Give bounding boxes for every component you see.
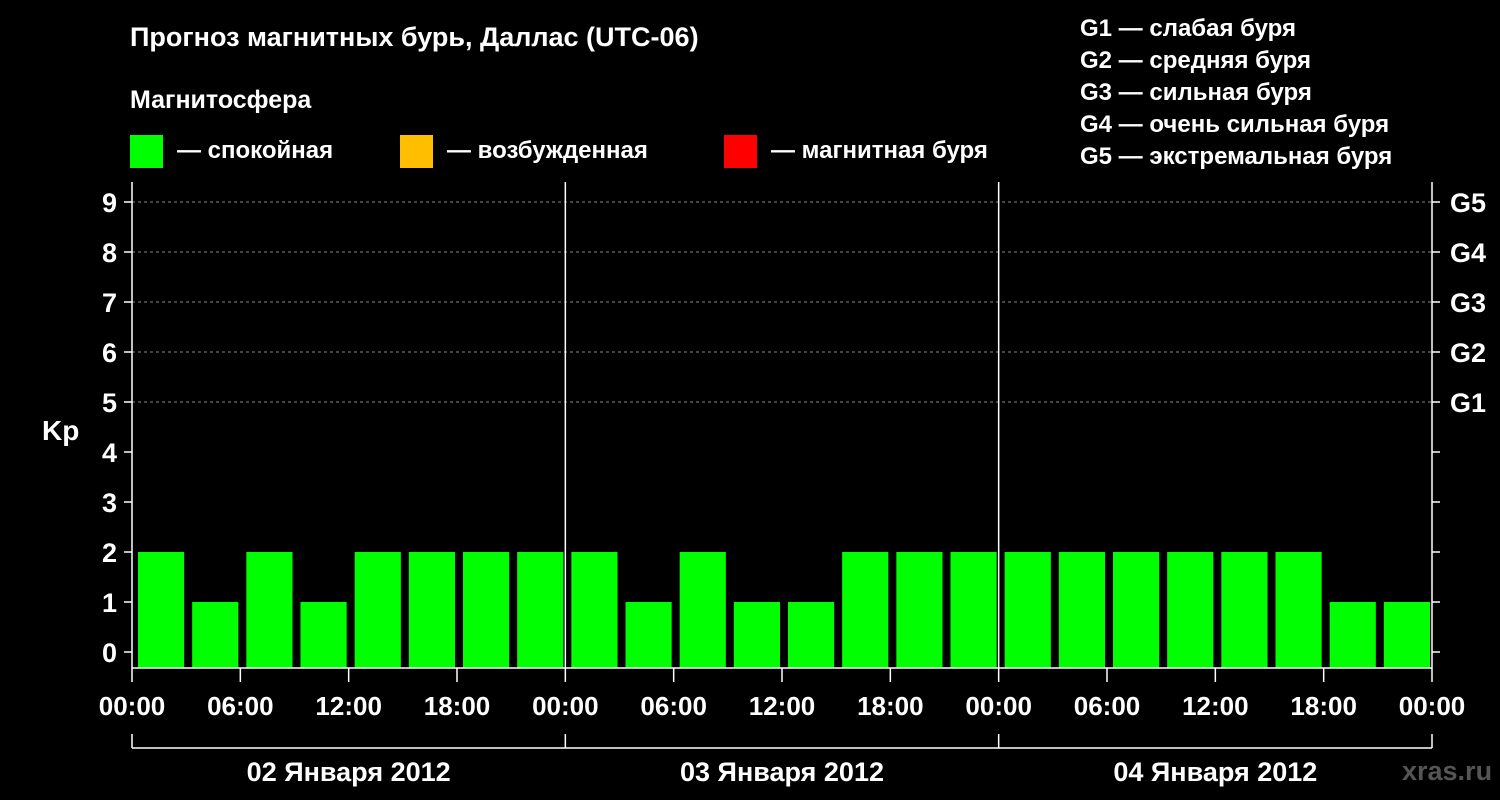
day-label-0: 02 Января 2012 [247,757,451,787]
bar-11 [733,602,780,668]
legend-item-quiet: — спокойная [130,134,333,168]
g-scale-g4: G4 — очень сильная буря [1080,111,1390,138]
bar-21 [1275,552,1322,668]
bar-13 [842,552,889,668]
right-label-G5: G5 [1450,188,1486,218]
day-label-1: 03 Января 2012 [680,757,884,787]
y-tick-label-5: 5 [102,388,117,418]
x-tick-label-0: 00:00 [99,691,166,721]
legend-swatch-storm [724,134,757,168]
watermark: xras.ru [1402,756,1493,786]
g-scale-g2: G2 — средняя буря [1080,47,1311,74]
axes: 0 1 2 3 4 5 6 7 8 9 G1 G2 G3 G4 G5 00:00 06:00 12:00 18:00… [99,182,1486,787]
y-tick-label-2: 2 [102,538,117,568]
legend-label-quiet: — спокойная [177,137,334,164]
legend-item-storm: — магнитная буря [724,134,988,168]
bar-8 [571,552,618,668]
bar-4 [354,552,401,668]
y-tick-label-1: 1 [102,588,117,618]
x-tick-label-10: 12:00 [1182,691,1249,721]
x-tick-label-12: 00:00 [1399,691,1466,721]
x-tick-label-2: 12:00 [315,691,382,721]
x-tick-label-8: 00:00 [965,691,1032,721]
bar-0 [138,552,185,668]
bar-16 [1004,552,1051,668]
bar-7 [517,552,564,668]
bar-9 [625,602,672,668]
chart-title: Прогноз магнитных бурь, Даллас (UTC-06) [130,22,699,52]
legend-label-excited: — возбужденная [447,137,648,164]
y-tick-label-3: 3 [102,488,117,518]
bar-5 [408,552,455,668]
bar-2 [246,552,293,668]
right-label-G4: G4 [1450,238,1486,268]
right-label-G1: G1 [1450,388,1486,418]
day-label-2: 04 Января 2012 [1113,757,1317,787]
bar-22 [1329,602,1376,668]
bar-10 [679,552,726,668]
legend-heading: Магнитосфера [130,86,312,114]
x-tick-label-6: 12:00 [749,691,816,721]
legend-swatch-excited [400,134,433,168]
y-tick-label-0: 0 [102,638,117,668]
y-tick-label-7: 7 [102,288,117,318]
right-label-G3: G3 [1450,288,1486,318]
legend-label-storm: — магнитная буря [771,137,988,164]
bar-18 [1113,552,1160,668]
g-scale-g5: G5 — экстремальная буря [1080,143,1393,170]
bar-12 [788,602,835,668]
bar-19 [1167,552,1214,668]
g-scale-g3: G3 — сильная буря [1080,79,1312,106]
bar-15 [950,552,997,668]
bar-20 [1221,552,1268,668]
y-axis-label: Kp [42,415,79,446]
bar-3 [300,602,347,668]
x-tick-label-5: 06:00 [640,691,707,721]
y-tick-label-4: 4 [102,438,117,468]
x-tick-label-4: 00:00 [532,691,599,721]
bar-14 [896,552,943,668]
x-tick-label-9: 06:00 [1074,691,1141,721]
grid-lines [132,201,1432,403]
bars [138,552,1430,668]
bar-23 [1383,602,1430,668]
legend-item-excited: — возбужденная [400,134,648,168]
y-tick-label-9: 9 [102,188,117,218]
g-scale-g1: G1 — слабая буря [1080,15,1297,42]
y-tick-label-8: 8 [102,238,117,268]
x-tick-label-11: 18:00 [1290,691,1357,721]
y-tick-label-6: 6 [102,338,117,368]
x-tick-label-3: 18:00 [424,691,491,721]
bar-1 [192,602,239,668]
right-label-G2: G2 [1450,338,1486,368]
legend-swatch-quiet [130,134,163,168]
bar-6 [463,552,510,668]
bar-17 [1058,552,1105,668]
x-tick-label-7: 18:00 [857,691,924,721]
x-tick-label-1: 06:00 [207,691,274,721]
